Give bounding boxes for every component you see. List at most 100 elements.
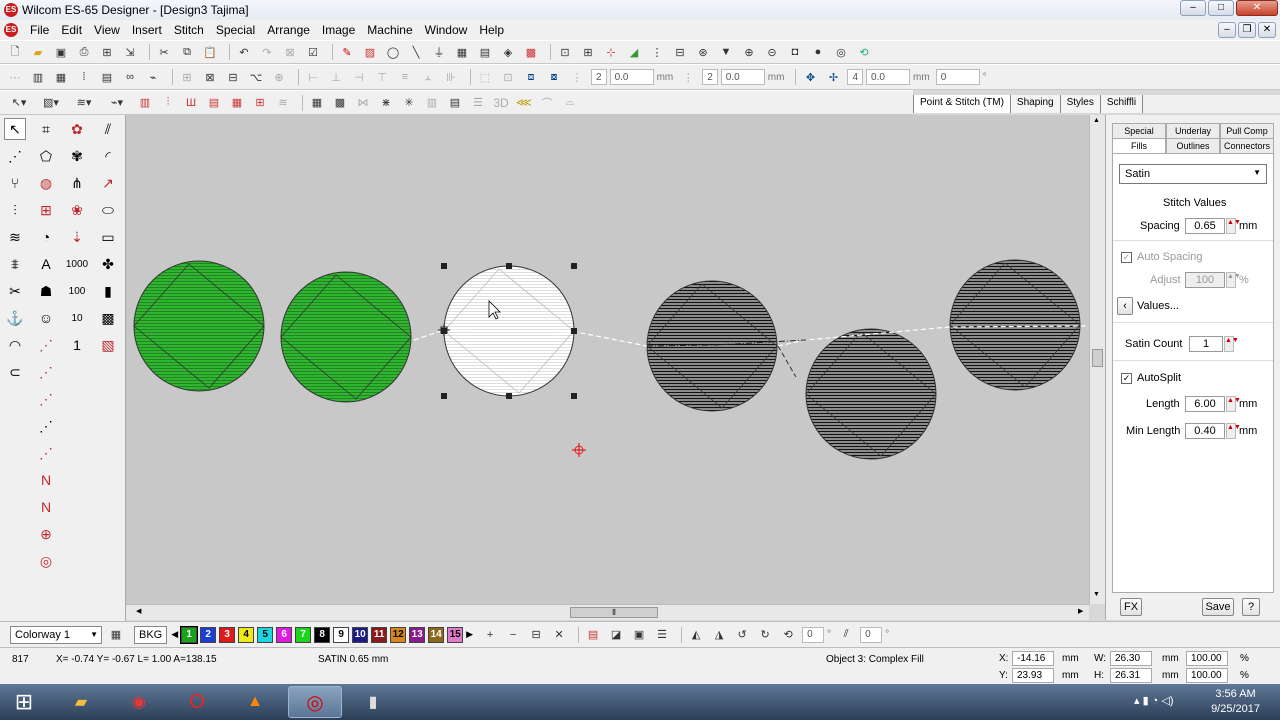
select-arrow-icon[interactable]: ↖▾ [6, 95, 32, 111]
height-percent-field[interactable]: 100.00 [1186, 668, 1228, 683]
reshape-object-icon[interactable]: ⌗ [35, 118, 57, 140]
knife-icon[interactable]: ⊞ [35, 199, 57, 221]
rectangle-icon[interactable]: ▭ [97, 226, 119, 248]
curve-icon[interactable]: ⌁ [144, 69, 162, 85]
maximize-button[interactable]: □ [1208, 0, 1234, 16]
satin-count-spinner[interactable]: ▲▼ [1224, 336, 1239, 352]
color-grid-icon[interactable]: ▦ [107, 627, 125, 643]
connectors-icon[interactable]: ⏚ [430, 44, 448, 60]
measure-icon[interactable]: ⊟ [671, 44, 689, 60]
branch-icon[interactable]: ⑂ [4, 172, 26, 194]
wilcom-icon[interactable]: ◎ [288, 686, 342, 718]
motif-fill-icon[interactable]: ⊞ [251, 95, 269, 111]
horizontal-scrollbar[interactable]: ◀ ⦀ ▶ [126, 604, 1089, 620]
show-outlines-icon[interactable]: ◯ [384, 44, 402, 60]
texture-tool-icon[interactable]: ▩ [97, 307, 119, 329]
object-properties-icon[interactable]: ⊛ [694, 44, 712, 60]
vertical-scrollbar[interactable]: ▲ ▼ [1089, 115, 1105, 604]
mirror-vertical-icon[interactable]: ◮ [710, 627, 728, 643]
run-line-icon[interactable]: ⋰ [35, 334, 57, 356]
bottles-icon[interactable]: ▮ [97, 280, 119, 302]
quick-trace-icon[interactable]: ⋰ [35, 415, 57, 437]
clock[interactable]: 3:56 AM 9/25/2017 [1211, 687, 1260, 717]
tab-pull-comp[interactable]: Pull Comp [1220, 123, 1274, 138]
spacing-spinner[interactable]: ▲▼ [1226, 218, 1241, 234]
fill-type-select[interactable]: Satin ▼ [1119, 164, 1267, 184]
columns-icon[interactable]: ▥ [29, 69, 47, 85]
hoop-icon[interactable]: ▤ [476, 44, 494, 60]
e-stitch-icon[interactable]: Ш [182, 95, 200, 111]
array-cols-field[interactable]: 2 [702, 69, 718, 85]
sync-icon[interactable]: ⟲ [855, 44, 873, 60]
array-spacing-field[interactable]: 0.0 [609, 69, 654, 85]
start-button-icon[interactable]: ⊞ [2, 686, 46, 718]
menu-edit[interactable]: Edit [55, 23, 88, 37]
zoom-box-icon[interactable]: ⊡ [556, 44, 574, 60]
cut-icon[interactable]: ✂ [155, 44, 173, 60]
menu-arrange[interactable]: Arrange [261, 23, 316, 37]
combine-icon[interactable]: ⊠ [201, 69, 219, 85]
design-center-crosshair-icon[interactable] [572, 443, 586, 457]
swatch-scroll-left-icon[interactable]: ◀ [171, 629, 178, 640]
rotate-left-icon[interactable]: ↺ [733, 627, 751, 643]
rotate-step-icon[interactable]: ⟲ [779, 627, 797, 643]
align-center-icon[interactable]: ⊥ [327, 69, 345, 85]
explorer-icon[interactable]: ▰ [54, 686, 108, 718]
selection-handle[interactable] [441, 393, 447, 399]
stitch-player-icon[interactable]: ⊠ [281, 44, 299, 60]
tab-fills[interactable]: Fills [1112, 138, 1166, 153]
menu-help[interactable]: Help [473, 23, 510, 37]
video-recorder-icon[interactable]: ▮ [346, 686, 400, 718]
remove-color-icon[interactable]: − [504, 627, 522, 643]
column-fill-icon[interactable]: ⋔ [66, 172, 88, 194]
menu-special[interactable]: Special [210, 23, 261, 37]
blackwork-icon[interactable]: ✤ [97, 253, 119, 275]
tab-schiffli[interactable]: Schiffli [1100, 95, 1144, 113]
wave-fill-icon[interactable]: ≋ [274, 95, 292, 111]
color-swatch-6[interactable]: 6 [276, 626, 293, 643]
color-swatch-9[interactable]: 9 [333, 626, 350, 643]
print-preview-icon[interactable]: ⊞ [98, 44, 116, 60]
swatch-scroll-right-icon[interactable]: ▶ [466, 629, 473, 640]
opera-icon[interactable]: O [170, 686, 224, 718]
embroidery-circle-black-2[interactable] [805, 328, 937, 460]
run-type-dropdown-icon[interactable]: ⌁▾ [103, 95, 131, 111]
split-icon[interactable]: ⊟ [224, 69, 242, 85]
color-swatch-7[interactable]: 7 [295, 626, 312, 643]
menu-machine[interactable]: Machine [361, 23, 418, 37]
selection-handle[interactable] [571, 263, 577, 269]
tree-motif-icon[interactable]: ✾ [66, 145, 88, 167]
blank-icon[interactable]: ◎ [832, 44, 850, 60]
scroll-down-arrow[interactable]: ▼ [1093, 591, 1100, 598]
fill-type-dropdown-icon[interactable]: ▧▾ [37, 95, 65, 111]
tab-point-stitch[interactable]: Point & Stitch (TM) [914, 95, 1011, 113]
array-cols-icon[interactable]: ⋮ [679, 69, 697, 85]
satin-edit-icon[interactable]: ≋ [4, 226, 26, 248]
autosplit-checkbox[interactable]: ✓ [1121, 373, 1132, 384]
align-right-icon[interactable]: ⊣ [350, 69, 368, 85]
count-10-icon[interactable]: 10 [66, 307, 88, 329]
move-icon[interactable]: ✥ [801, 69, 819, 85]
menu-stitch[interactable]: Stitch [168, 23, 210, 37]
embroidery-circle-black-3[interactable] [949, 259, 1081, 391]
group-icon[interactable]: ⊞ [178, 69, 196, 85]
branch-icon[interactable]: ⌥ [247, 69, 265, 85]
envelope-icon[interactable]: ⬠ [35, 145, 57, 167]
remove-unused-icon[interactable]: ✕ [550, 627, 568, 643]
color-swatch-14[interactable]: 14 [428, 626, 445, 643]
adjust-spinner[interactable]: ▲▼ [1226, 272, 1241, 288]
fancy-fill-icon[interactable]: ▦ [308, 95, 326, 111]
ellipse-icon[interactable]: ⬭ [97, 199, 119, 221]
design-canvas[interactable] [126, 115, 1089, 604]
weld-icon[interactable]: ⊕ [270, 69, 288, 85]
color-swatch-11[interactable]: 11 [371, 626, 388, 643]
lock-icon[interactable]: ⊝ [763, 44, 781, 60]
fill-stitch-icon[interactable]: ⩨ [4, 253, 26, 275]
undo-icon[interactable]: ↶ [235, 44, 253, 60]
grid-lines-icon[interactable]: ▦ [52, 69, 70, 85]
satin-icon[interactable]: ▥ [136, 95, 154, 111]
selection-handle[interactable] [506, 263, 512, 269]
array-cols-spacing-field[interactable]: 0.0 [720, 69, 765, 85]
length-input[interactable]: 6.00 [1185, 396, 1225, 412]
texture-icon[interactable]: ▤ [446, 95, 464, 111]
